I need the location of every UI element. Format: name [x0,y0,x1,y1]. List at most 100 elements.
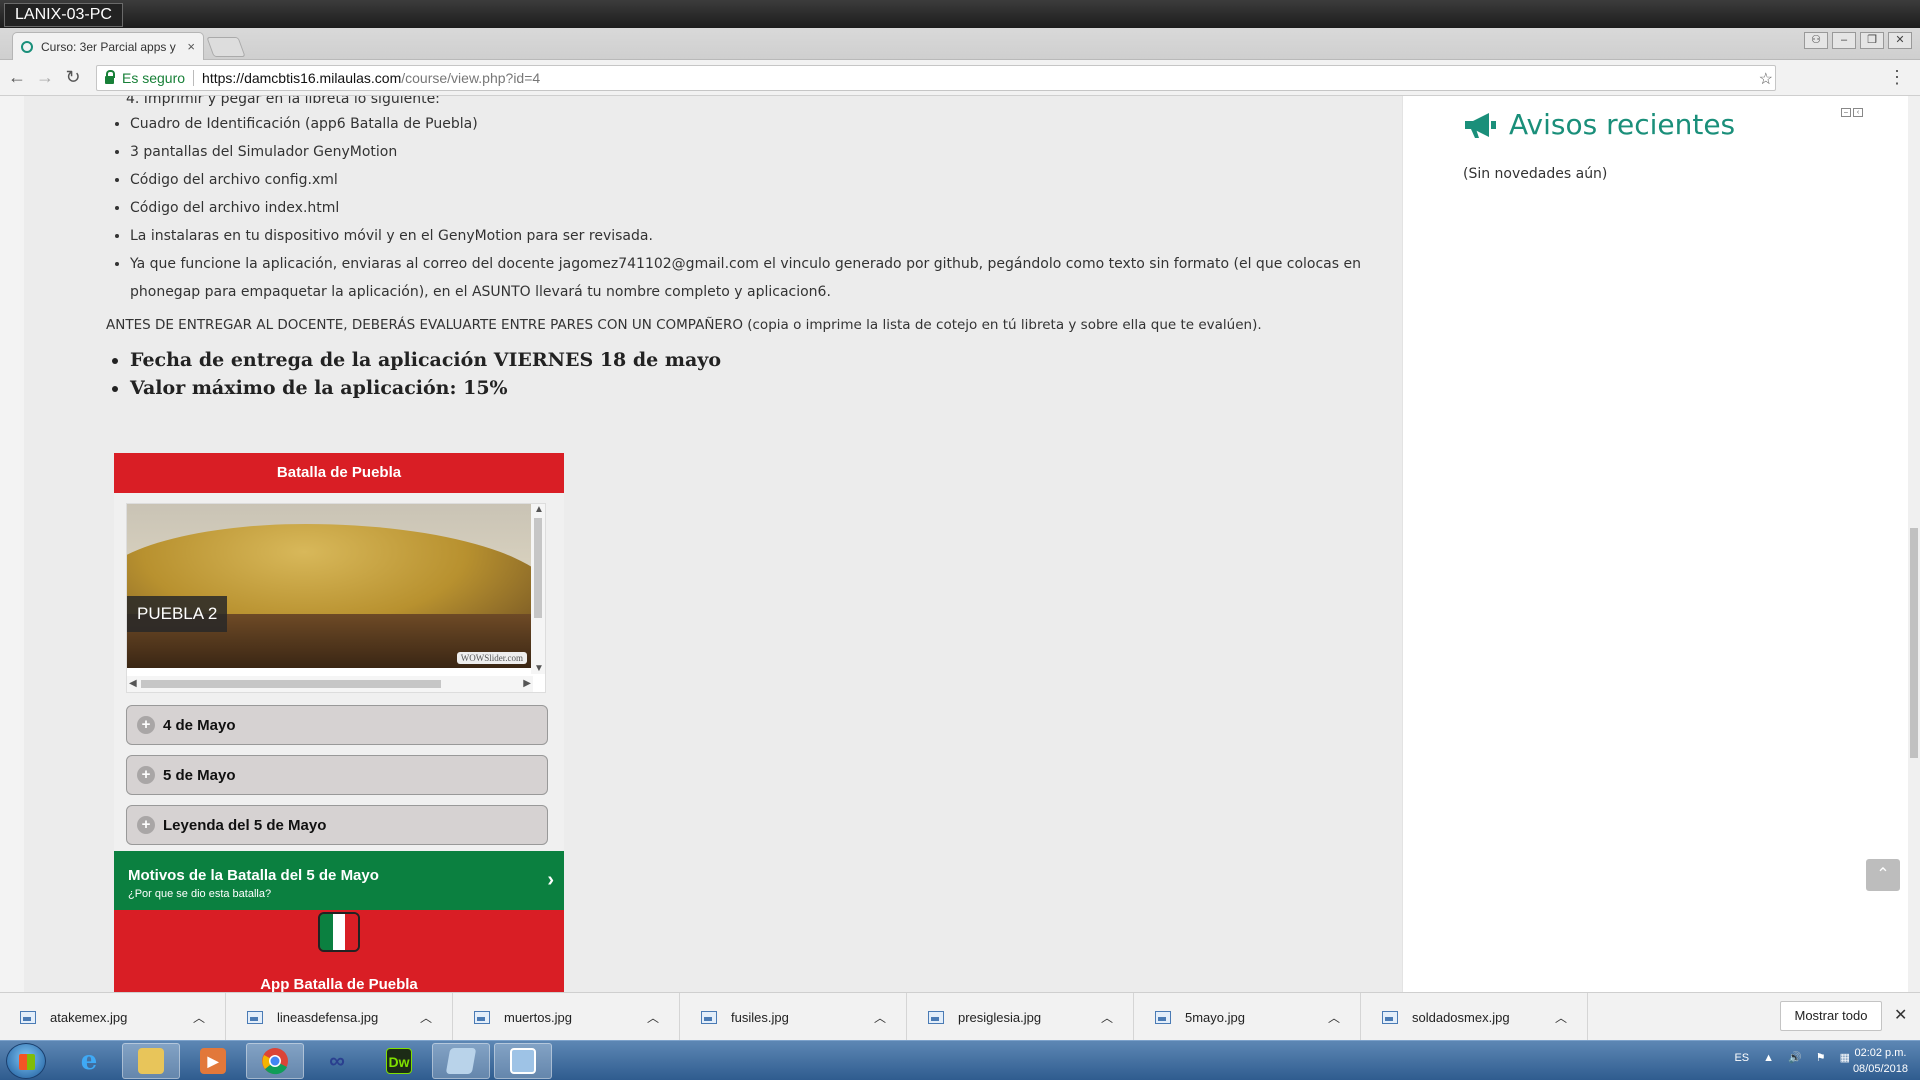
download-item[interactable]: atakemex.jpg ︿ [0,993,226,1041]
close-window-icon[interactable]: ✕ [1888,32,1912,49]
scroll-down-arrow-icon[interactable]: ▼ [534,663,544,674]
user-icon[interactable]: ⚇ [1804,32,1828,49]
download-item[interactable]: lineasdefensa.jpg ︿ [227,993,453,1041]
collapsible-leyenda[interactable]: + Leyenda del 5 de Mayo [126,805,548,845]
media-player-icon: ▶ [200,1048,226,1074]
system-tray: ES ▲ 🔊 ⚑ ▦ [1734,1051,1850,1065]
collapsible-label: 5 de Mayo [163,766,236,784]
taskbar-file-explorer[interactable] [122,1043,180,1079]
print-items-list: Cuadro de Identificación (app6 Batalla d… [130,110,1396,306]
collapsible-label: 4 de Mayo [163,716,236,734]
window-title-bar: LANIX-03-PC [0,0,1920,28]
motivos-link[interactable]: Motivos de la Batalla del 5 de Mayo ¿Por… [114,851,564,910]
chevron-up-icon[interactable]: ︿ [1328,1009,1348,1026]
page-scroll-thumb[interactable] [1910,528,1918,758]
download-item[interactable]: 5mayo.jpg ︿ [1135,993,1361,1041]
chevron-up-icon[interactable]: ︿ [193,1009,213,1026]
back-to-top-button[interactable]: ⌃ [1866,859,1900,891]
new-tab-button[interactable] [206,37,246,57]
taskbar-dreamweaver[interactable]: Dw [370,1043,428,1079]
image-file-icon [928,1010,944,1024]
plus-icon: + [137,816,155,834]
no-news-text: (Sin novedades aún) [1463,166,1608,182]
list-item: 3 pantallas del Simulador GenyMotion [130,138,1396,166]
windows-taskbar: e ▶ ∞ Dw ES ▲ 🔊 ⚑ ▦ 02:02 p.m. 08/05/201… [0,1040,1920,1080]
language-indicator[interactable]: ES [1734,1052,1749,1064]
slider-vertical-scrollbar[interactable]: ▲ ▼ [531,504,545,674]
chevron-up-icon[interactable]: ︿ [647,1009,667,1026]
image-file-icon [474,1010,490,1024]
network-icon[interactable]: ▦ [1840,1051,1850,1064]
motivos-title: Motivos de la Batalla del 5 de Mayo [128,867,379,884]
collapsible-4-mayo[interactable]: + 4 de Mayo [126,705,548,745]
start-button[interactable] [6,1043,46,1079]
image-file-icon [1155,1010,1171,1024]
dreamweaver-icon: Dw [386,1048,412,1074]
scroll-thumb[interactable] [534,518,542,618]
pc-name-label: LANIX-03-PC [4,3,123,27]
taskbar-chrome[interactable] [246,1043,304,1079]
scroll-up-arrow-icon[interactable]: ▲ [534,504,544,515]
chevron-up-icon[interactable]: ︿ [874,1009,894,1026]
tab-close-icon[interactable]: × [187,39,195,54]
list-item: Ya que funcione la aplicación, enviaras … [130,250,1396,306]
image-file-icon [247,1010,263,1024]
chevron-up-icon[interactable]: ︿ [1101,1009,1121,1026]
window-controls: ⚇ – ❐ ✕ [1804,32,1912,49]
left-margin [0,96,24,992]
collapse-block-icon[interactable]: – [1841,108,1851,117]
slider-horizontal-scrollbar[interactable]: ◀ ▶ [127,676,533,692]
address-bar[interactable]: Es seguro https://damcbtis16.milaulas.co… [96,65,1776,91]
browser-menu-icon[interactable]: ⋮ [1888,67,1906,88]
scroll-left-arrow-icon[interactable]: ◀ [129,678,137,689]
taskbar-media-player[interactable]: ▶ [184,1043,242,1079]
volume-icon[interactable]: 🔊 [1788,1051,1802,1064]
download-filename: fusiles.jpg [731,1009,789,1025]
show-all-downloads-button[interactable]: Mostrar todo [1780,1001,1882,1031]
clock-time: 02:02 p.m. [1854,1047,1907,1059]
address-separator [193,70,195,86]
scroll-thumb[interactable] [141,680,441,688]
taskbar-image-viewer[interactable] [494,1043,552,1079]
taskbar-internet-explorer[interactable]: e [60,1043,118,1079]
collapsible-5-mayo[interactable]: + 5 de Mayo [126,755,548,795]
section-content: 4. Imprimir y pegar en la libreta lo sig… [106,96,1396,402]
back-arrow-icon[interactable]: ← [6,66,28,88]
slider-watermark: WOWSlider.com [456,652,527,664]
page-viewport: 4. Imprimir y pegar en la libreta lo sig… [0,96,1920,992]
taskbar-app-infinity[interactable]: ∞ [308,1043,366,1079]
clock-date: 08/05/2018 [1852,1063,1908,1075]
chevron-up-icon[interactable]: ︿ [1555,1009,1575,1026]
minimize-icon[interactable]: – [1832,32,1856,49]
motivos-subtitle: ¿Por que se dio esta batalla? [128,888,272,900]
download-filename: 5mayo.jpg [1185,1009,1245,1025]
close-downloads-icon[interactable]: ✕ [1894,1005,1907,1025]
moodle-favicon-icon [21,40,33,53]
image-viewer-icon [510,1048,536,1074]
taskbar-clock[interactable]: 02:02 p.m. 08/05/2018 [1853,1045,1908,1077]
download-item[interactable]: fusiles.jpg ︿ [681,993,907,1041]
dock-block-icon[interactable]: ‹ [1853,108,1863,117]
delivery-info-list: Fecha de entrega de la aplicación VIERNE… [130,346,1396,402]
image-slider[interactable]: PUEBLA 2 WOWSlider.com ▲ ▼ ◀ ▶ [126,503,546,693]
action-center-icon[interactable]: ⚑ [1816,1051,1826,1064]
download-item[interactable]: muertos.jpg ︿ [454,993,680,1041]
reload-icon[interactable]: ↻ [62,66,84,88]
scroll-right-arrow-icon[interactable]: ▶ [523,678,531,689]
block-title: Avisos recientes [1463,108,1735,141]
download-item[interactable]: presiglesia.jpg ︿ [908,993,1134,1041]
show-hidden-icons-icon[interactable]: ▲ [1763,1052,1774,1064]
bookmark-star-icon[interactable]: ☆ [1759,69,1773,89]
restore-icon[interactable]: ❐ [1860,32,1884,49]
chevron-up-icon[interactable]: ︿ [420,1009,440,1026]
infinity-icon: ∞ [329,1048,345,1073]
secure-label: Es seguro [122,70,186,86]
page-scrollbar[interactable] [1908,96,1920,992]
instruction-step: 4. Imprimir y pegar en la libreta lo sig… [126,96,440,107]
megaphone-icon [1465,112,1496,138]
download-item[interactable]: soldadosmex.jpg ︿ [1362,993,1588,1041]
taskbar-app-window[interactable] [432,1043,490,1079]
forward-arrow-icon[interactable]: → [34,66,56,88]
slide-image: PUEBLA 2 WOWSlider.com [127,504,531,668]
browser-tab[interactable]: Curso: 3er Parcial apps y × [12,32,204,60]
